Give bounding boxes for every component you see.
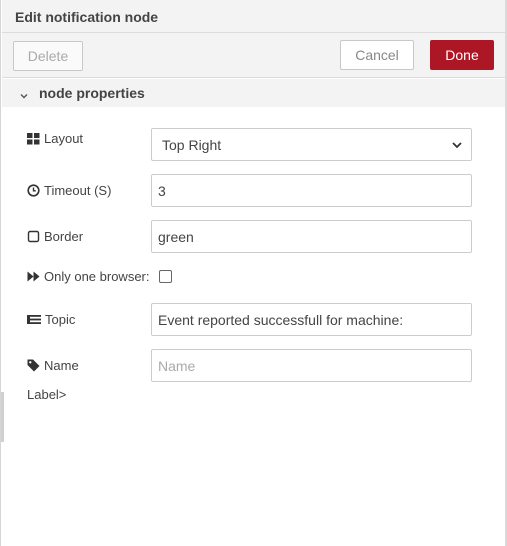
chevron-down-icon [19, 88, 29, 99]
chevron-down-icon [452, 141, 462, 148]
done-button[interactable]: Done [430, 40, 494, 70]
topic-label: Topic [27, 312, 75, 327]
tag-icon [27, 359, 40, 372]
delete-button[interactable]: Delete [13, 41, 83, 71]
border-label: Border [27, 229, 83, 244]
clock-icon [27, 184, 40, 197]
footer-text: Label> [27, 387, 67, 402]
name-input[interactable]: Name [151, 349, 472, 382]
cancel-button[interactable]: Cancel [340, 40, 414, 70]
fast-forward-icon [27, 271, 40, 282]
name-placeholder: Name [158, 357, 196, 374]
resize-handle[interactable] [1, 392, 4, 442]
layout-select[interactable]: Top Right [151, 128, 472, 161]
tray-toolbar: Delete Cancel Done [2, 33, 506, 78]
timeout-label: Timeout (S) [27, 183, 111, 198]
only-one-browser-label: Only one browser: [27, 269, 150, 284]
square-icon [27, 230, 40, 243]
timeout-input[interactable]: 3 [151, 174, 472, 207]
only-one-browser-checkbox[interactable] [159, 270, 172, 283]
section-label: node properties [39, 85, 145, 101]
grid-icon [27, 133, 40, 145]
section-node-properties[interactable]: node properties [2, 79, 506, 107]
name-label: Name [27, 358, 79, 373]
topic-input[interactable]: Event reported successfull for machine: [151, 303, 472, 336]
edit-tray: Edit notification node Delete Cancel Don… [0, 0, 507, 546]
tasks-icon [27, 315, 41, 324]
border-input[interactable]: green [151, 220, 472, 253]
layout-label: Layout [27, 131, 83, 146]
tray-title: Edit notification node [2, 0, 506, 33]
